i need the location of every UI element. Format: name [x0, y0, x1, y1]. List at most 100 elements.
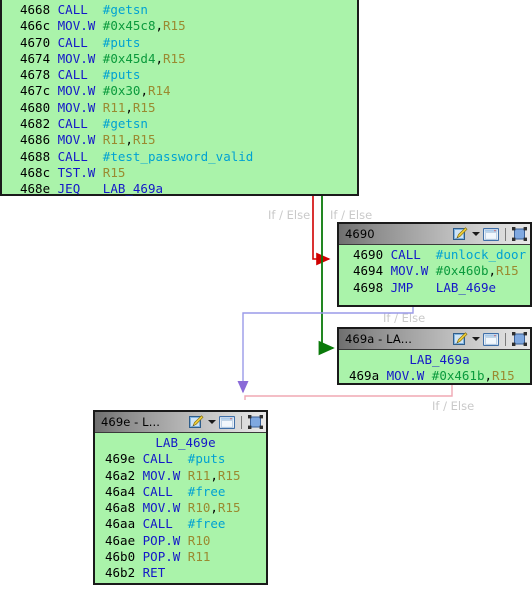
window-icon[interactable] — [482, 227, 500, 241]
block-label-line: LAB_469e — [155, 435, 216, 450]
instruction-address: 46aa — [105, 516, 143, 532]
instruction-operand[interactable]: LAB_469a — [103, 181, 163, 196]
listing-line[interactable]: 4680 MOV.W R11,R15 — [20, 100, 357, 116]
listing-line[interactable]: 4686 MOV.W R11,R15 — [20, 132, 357, 148]
instruction-operand: #0x45d4 — [102, 50, 156, 66]
listing-line[interactable]: 46a8 MOV.W R10,R15 — [105, 500, 266, 516]
instruction-operand[interactable]: #puts — [103, 35, 141, 50]
instruction-mnemonic: MOV.W — [142, 467, 188, 483]
instruction-address: 4698 — [353, 279, 391, 295]
listing-line[interactable]: 4682 CALL #getsn — [20, 116, 357, 132]
instruction-operand: #0x45c8 — [102, 18, 156, 34]
instruction-operand: R11 — [187, 467, 211, 483]
edge-label-false: If / Else — [268, 208, 311, 222]
window-icon[interactable] — [218, 415, 236, 429]
graph-block-469e[interactable]: 469e - L... LAB_469e 469e CALL #puts 46a… — [93, 410, 268, 585]
block-title-469a: 469a - LA... — [345, 332, 412, 346]
instruction-mnemonic: TST.W — [57, 164, 103, 180]
instruction-address: 4674 — [20, 50, 58, 66]
graph-block-entry[interactable]: 4668 CALL #getsn 466c MOV.W #0x45c8,R15 46… — [0, 0, 359, 196]
listing-entry[interactable]: 4668 CALL #getsn 466c MOV.W #0x45c8,R15 46… — [2, 0, 357, 201]
chevron-down-icon[interactable] — [207, 416, 216, 428]
fit-selection-icon[interactable] — [512, 332, 527, 346]
instruction-operand[interactable]: #puts — [103, 67, 141, 82]
instruction-mnemonic: POP.W — [142, 532, 188, 548]
listing-line[interactable]: 4670 CALL #puts — [20, 35, 357, 51]
listing-line[interactable]: 468c TST.W R15 — [20, 165, 357, 181]
edit-color-icon[interactable] — [453, 332, 468, 346]
listing-line[interactable]: 468e JEQ LAB_469a — [20, 181, 357, 197]
chevron-down-icon[interactable] — [471, 333, 480, 345]
instruction-mnemonic: MOV.W — [390, 263, 436, 279]
instruction-operand: R10 — [187, 500, 211, 516]
edit-color-icon[interactable] — [453, 227, 468, 241]
instruction-operand[interactable]: #getsn — [103, 116, 148, 131]
instruction-operand[interactable]: #test_password_valid — [103, 149, 254, 164]
listing-line[interactable]: 46a4 CALL #free — [105, 484, 266, 500]
listing-line[interactable]: 4674 MOV.W #0x45d4,R15 — [20, 51, 357, 67]
chevron-down-icon[interactable] — [471, 228, 480, 240]
instruction-address: 469e — [105, 451, 143, 467]
instruction-operand: R11 — [102, 99, 126, 115]
listing-line[interactable]: 4678 CALL #puts — [20, 67, 357, 83]
instruction-address: 46a8 — [105, 500, 143, 516]
instruction-operand: R15 — [217, 500, 241, 516]
window-icon[interactable] — [482, 332, 500, 346]
instruction-address: 46b0 — [105, 549, 143, 565]
listing-469a[interactable]: LAB_469a 469a MOV.W #0x461b,R15 — [339, 350, 530, 388]
instruction-mnemonic: JEQ — [57, 181, 103, 197]
block-titlebar-4690[interactable]: 4690 — [339, 224, 530, 245]
titlebar-icon-group-469e — [189, 415, 263, 429]
listing-line[interactable]: 469a MOV.W #0x461b,R15 — [349, 368, 530, 384]
listing-line[interactable]: 46b0 POP.W R11 — [105, 549, 266, 565]
instruction-operand: R10 — [187, 532, 211, 548]
instruction-address: 469a — [349, 368, 387, 384]
graph-block-469a[interactable]: 469a - LA... LAB_469a 469a MOV.W #0x461b… — [337, 327, 532, 385]
instruction-operand[interactable]: #free — [188, 516, 226, 531]
instruction-operand[interactable]: LAB_469e — [436, 280, 496, 295]
listing-469e[interactable]: LAB_469e 469e CALL #puts 46a2 MOV.W R11,R1… — [95, 433, 266, 585]
listing-line[interactable]: 4694 MOV.W #0x460b,R15 — [353, 263, 530, 279]
listing-line[interactable]: 467c MOV.W #0x30,R14 — [20, 83, 357, 99]
instruction-operand: , — [125, 132, 133, 148]
listing-line[interactable]: 46ae POP.W R10 — [105, 533, 266, 549]
instruction-operand[interactable]: #puts — [188, 451, 226, 466]
instruction-operand: R11 — [102, 132, 126, 148]
fit-selection-icon[interactable] — [248, 415, 263, 429]
edit-color-icon[interactable] — [189, 415, 204, 429]
instruction-operand: R15 — [492, 368, 515, 384]
block-label-line: LAB_469a — [409, 352, 470, 367]
listing-line[interactable]: 46aa CALL #free — [105, 516, 266, 532]
instruction-address: 4688 — [20, 148, 58, 164]
instruction-operand[interactable]: #free — [188, 484, 226, 499]
instruction-mnemonic: CALL — [57, 34, 103, 50]
instruction-address: 4678 — [20, 67, 58, 83]
instruction-operand: , — [488, 263, 497, 279]
listing-line[interactable]: 469e CALL #puts — [105, 451, 266, 467]
instruction-address: 4670 — [20, 34, 58, 50]
edge-label-true: If / Else — [330, 208, 373, 222]
instruction-address: 46ae — [105, 532, 143, 548]
listing-line[interactable]: 4698 JMP LAB_469e — [353, 280, 530, 296]
instruction-operand: R15 — [496, 263, 519, 279]
listing-line[interactable]: 46a2 MOV.W R11,R15 — [105, 468, 266, 484]
instruction-operand: R15 — [163, 18, 186, 34]
listing-line[interactable]: 4688 CALL #test_password_valid — [20, 149, 357, 165]
listing-4690[interactable]: 4690 CALL #unlock_door 4694 MOV.W #0x460b… — [339, 245, 530, 299]
listing-line[interactable]: 466c MOV.W #0x45c8,R15 — [20, 18, 357, 34]
block-title-469e: 469e - L... — [101, 415, 160, 429]
listing-line[interactable]: 4690 CALL #unlock_door — [353, 247, 530, 263]
instruction-operand: , — [484, 368, 493, 384]
instruction-operand[interactable]: #unlock_door — [436, 247, 526, 262]
block-titlebar-469e[interactable]: 469e - L... — [95, 412, 266, 433]
instruction-mnemonic: MOV.W — [57, 18, 103, 34]
listing-line[interactable]: 4668 CALL #getsn — [20, 2, 357, 18]
fit-selection-icon[interactable] — [512, 227, 527, 241]
instruction-operand: R15 — [217, 467, 241, 483]
graph-block-4690[interactable]: 4690 4690 CALL #unlock_door 4694 MOV.W #… — [337, 222, 532, 307]
block-titlebar-469a[interactable]: 469a - LA... — [339, 329, 530, 350]
instruction-operand[interactable]: #getsn — [103, 2, 148, 17]
instruction-address: 46b2 — [105, 565, 143, 581]
listing-line[interactable]: 46b2 RET — [105, 565, 266, 581]
instruction-operand: R14 — [147, 83, 171, 99]
